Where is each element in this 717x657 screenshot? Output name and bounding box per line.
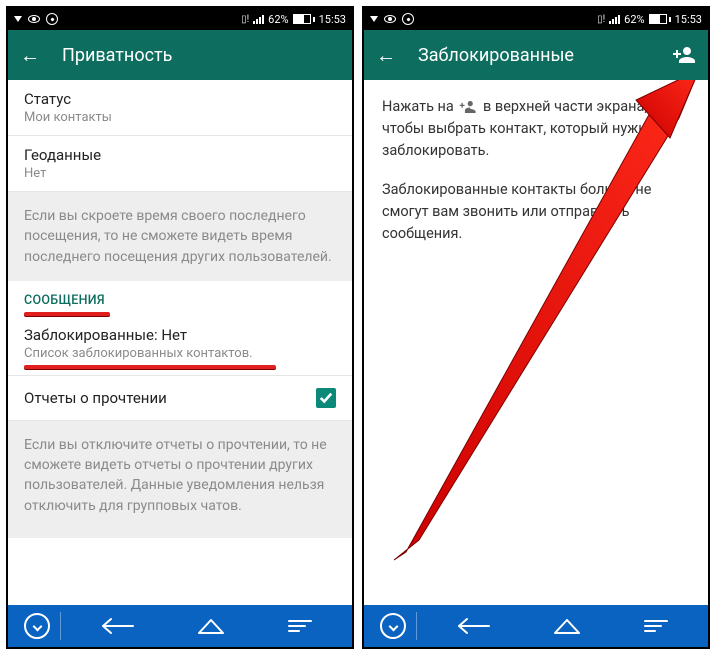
- row-read-receipts[interactable]: Отчеты о прочтении: [8, 376, 352, 421]
- status-bar: ▯! 62% 15:53: [364, 8, 708, 30]
- screen-title: Приватность: [62, 45, 172, 66]
- add-person-icon: [459, 100, 477, 114]
- content-area: Статус Мои контакты Геоданные Нет Если в…: [8, 80, 352, 605]
- nav-home-button[interactable]: [196, 616, 226, 636]
- battery-icon: [293, 14, 315, 24]
- sim-icon: ▯!: [241, 14, 249, 25]
- screen-title: Заблокированные: [418, 45, 574, 66]
- clock: 15:53: [675, 13, 702, 26]
- dropdown-icon: [14, 16, 22, 22]
- nav-recent-button[interactable]: [641, 616, 671, 636]
- app-bar: ← Заблокированные: [364, 30, 708, 80]
- phone-left: ▯! 62% 15:53 ← Приватность Статус Мои ко…: [6, 6, 354, 649]
- blocked-subtitle: Список заблокированных контактов.: [24, 346, 336, 361]
- geo-value: Нет: [24, 166, 336, 181]
- nav-bar: [364, 605, 708, 647]
- status-value: Мои контакты: [24, 110, 336, 125]
- annotation-underline: [24, 312, 110, 316]
- dropdown-icon: [370, 16, 378, 22]
- sim-icon: ▯!: [597, 14, 605, 25]
- phone-right: ▯! 62% 15:53 ← Заблокированные Нажать на…: [362, 6, 710, 649]
- read-receipts-checkbox[interactable]: [316, 388, 336, 408]
- row-geodata[interactable]: Геоданные Нет: [8, 136, 352, 192]
- content-area: Нажать на в верхней части экрана, чтобы …: [364, 80, 708, 605]
- blocked-title: Заблокированные: Нет: [24, 326, 336, 344]
- annotation-underline: [24, 365, 276, 369]
- instruction-paragraph-2: Заблокированные контакты больше не смогу…: [364, 169, 708, 252]
- add-contact-button[interactable]: [672, 43, 696, 67]
- instruction-paragraph-1: Нажать на в верхней части экрана, чтобы …: [364, 80, 708, 169]
- back-button[interactable]: ←: [376, 43, 396, 68]
- nav-recent-button[interactable]: [285, 616, 315, 636]
- signal-icon: [609, 15, 620, 24]
- eye-icon: [384, 15, 396, 23]
- nav-bar: [8, 605, 352, 647]
- clock: 15:53: [319, 13, 346, 26]
- teamviewer-icon: [46, 13, 58, 25]
- app-bar: ← Приватность: [8, 30, 352, 80]
- status-label: Статус: [24, 90, 336, 108]
- nav-back-button[interactable]: [93, 616, 137, 636]
- signal-icon: [253, 15, 264, 24]
- battery-percent: 62%: [624, 13, 644, 26]
- row-blocked[interactable]: Заблокированные: Нет Список заблокирован…: [8, 318, 352, 363]
- battery-icon: [649, 14, 671, 24]
- nav-teamviewer[interactable]: [16, 613, 58, 639]
- eye-icon: [28, 15, 40, 23]
- nav-back-button[interactable]: [449, 616, 493, 636]
- geo-label: Геоданные: [24, 146, 336, 164]
- status-bar: ▯! 62% 15:53: [8, 8, 352, 30]
- nav-teamviewer[interactable]: [372, 613, 414, 639]
- section-header-messages: СООБЩЕНИЯ: [8, 281, 352, 308]
- info-read-receipts: Если вы отключите отчеты о прочтении, то…: [8, 421, 352, 538]
- row-status[interactable]: Статус Мои контакты: [8, 80, 352, 136]
- back-button[interactable]: ←: [20, 43, 40, 68]
- nav-home-button[interactable]: [552, 616, 582, 636]
- battery-percent: 62%: [268, 13, 288, 26]
- teamviewer-icon: [402, 13, 414, 25]
- read-receipts-label: Отчеты о прочтении: [24, 389, 316, 407]
- info-last-seen: Если вы скроете время своего последнего …: [8, 192, 352, 281]
